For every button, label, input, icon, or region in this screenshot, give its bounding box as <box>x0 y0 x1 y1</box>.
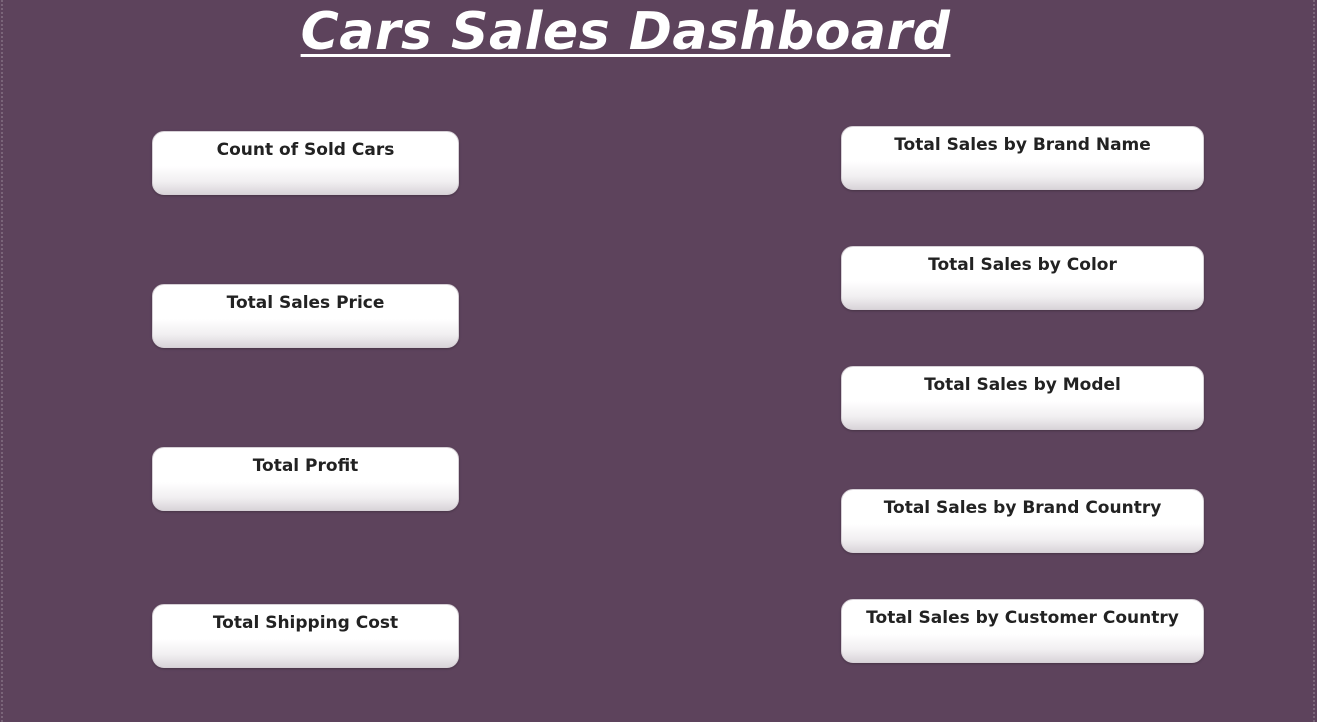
card-total-sales-by-customer-country[interactable]: Total Sales by Customer Country <box>841 599 1204 663</box>
card-label: Total Sales by Brand Name <box>894 135 1151 155</box>
card-label: Total Profit <box>252 456 359 476</box>
card-label: Total Sales by Customer Country <box>866 608 1179 628</box>
card-count-of-sold-cars[interactable]: Count of Sold Cars <box>152 131 459 195</box>
card-label: Total Sales by Color <box>928 255 1117 275</box>
card-total-sales-by-brand-name[interactable]: Total Sales by Brand Name <box>841 126 1204 190</box>
card-total-sales-by-brand-country[interactable]: Total Sales by Brand Country <box>841 489 1204 553</box>
card-total-shipping-cost[interactable]: Total Shipping Cost <box>152 604 459 668</box>
card-label: Total Sales by Model <box>924 375 1121 395</box>
card-label: Count of Sold Cars <box>216 140 395 160</box>
frame-edge-right <box>1313 0 1315 722</box>
card-label: Total Sales by Brand Country <box>883 498 1162 518</box>
card-total-sales-by-color[interactable]: Total Sales by Color <box>841 246 1204 310</box>
card-total-sales-by-model[interactable]: Total Sales by Model <box>841 366 1204 430</box>
card-total-profit[interactable]: Total Profit <box>152 447 459 511</box>
card-label: Total Shipping Cost <box>212 613 399 633</box>
dashboard-title: Cars Sales Dashboard <box>300 2 951 62</box>
card-label: Total Sales Price <box>226 293 385 313</box>
card-total-sales-price[interactable]: Total Sales Price <box>152 284 459 348</box>
frame-edge-left <box>1 0 3 722</box>
